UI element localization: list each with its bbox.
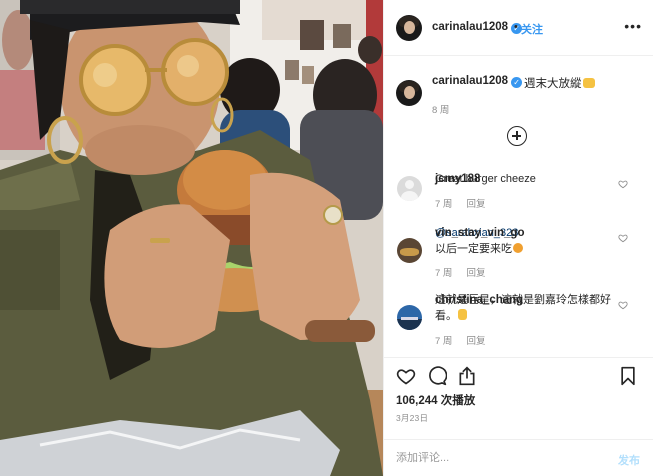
caption-text: 週末大放縱	[524, 75, 595, 91]
post-panel: carinalau1208 ✓ • 关注 ••• carinalau1208 ✓ 週…	[383, 0, 653, 476]
comment-meta: 7 周 回复	[435, 196, 485, 210]
comment-input[interactable]	[396, 448, 596, 468]
reply-button[interactable]: 回复	[466, 199, 485, 210]
more-options-icon[interactable]: •••	[624, 18, 642, 34]
comment-like-heart-icon[interactable]	[618, 179, 628, 189]
commenter-avatar[interactable]	[397, 238, 422, 263]
share-icon[interactable]	[457, 366, 477, 386]
comment-text: christina_chang 這就是巨星，這就是劉嘉玲怎樣都好看。	[435, 292, 623, 324]
comment-meta: 7 周 回复	[435, 333, 485, 347]
author-username[interactable]: carinalau1208 ✓	[432, 21, 523, 34]
emoji-icon	[513, 243, 523, 253]
load-more-comments-icon[interactable]	[507, 126, 527, 146]
commenter-username[interactable]: jcmy188	[435, 171, 480, 187]
caption-body: 週末大放縱	[524, 78, 582, 90]
commenter-avatar[interactable]	[397, 305, 422, 330]
follow-button[interactable]: 关注	[521, 21, 543, 37]
comment-bubble-icon[interactable]	[427, 366, 447, 386]
comment-meta: 7 周 回复	[435, 265, 485, 279]
comment-timestamp: 7 周	[435, 199, 453, 210]
post-comment-button[interactable]: 发布	[618, 452, 640, 468]
comment-text: vin_stay_vin_go @sarahxian_323 以后一定要来吃	[435, 225, 623, 257]
verified-badge-icon: ✓	[511, 77, 523, 88]
comment-like-heart-icon[interactable]	[618, 233, 628, 243]
reply-button[interactable]: 回复	[466, 268, 485, 279]
caption-avatar[interactable]	[396, 80, 422, 106]
commenter-avatar[interactable]	[397, 176, 422, 201]
post-image	[0, 0, 383, 476]
header-separator: •	[514, 21, 518, 33]
commenter-username[interactable]: christina_chang	[435, 292, 523, 308]
commenter-username[interactable]: vin_stay_vin_go	[435, 225, 524, 241]
post-actions: 106,244 次播放 3月23日	[384, 357, 653, 439]
emoji-icon	[582, 78, 595, 88]
caption-username[interactable]: carinalau1208 ✓	[432, 75, 523, 88]
caption-timestamp: 8 周	[432, 105, 450, 116]
caption-username-text[interactable]: carinalau1208	[432, 75, 508, 87]
post-date: 3月23日	[396, 413, 429, 423]
post-header: carinalau1208 ✓ • 关注 •••	[384, 0, 653, 56]
post-photo	[0, 0, 383, 476]
comment-timestamp: 7 周	[435, 336, 453, 347]
author-avatar[interactable]	[396, 15, 422, 41]
author-username-text[interactable]: carinalau1208	[432, 21, 508, 33]
comment-timestamp: 7 周	[435, 268, 453, 279]
comment-like-heart-icon[interactable]	[618, 300, 628, 310]
emoji-icon	[458, 309, 467, 320]
reply-button[interactable]: 回复	[466, 336, 485, 347]
comment-body: 以后一定要来吃	[435, 243, 512, 255]
bookmark-icon[interactable]	[618, 366, 638, 386]
comment-composer: 发布	[384, 439, 653, 476]
heart-icon[interactable]	[396, 366, 416, 386]
comment-text: jcmy188 Great burger cheeze	[435, 171, 623, 187]
view-count[interactable]: 106,244 次播放	[396, 392, 475, 408]
